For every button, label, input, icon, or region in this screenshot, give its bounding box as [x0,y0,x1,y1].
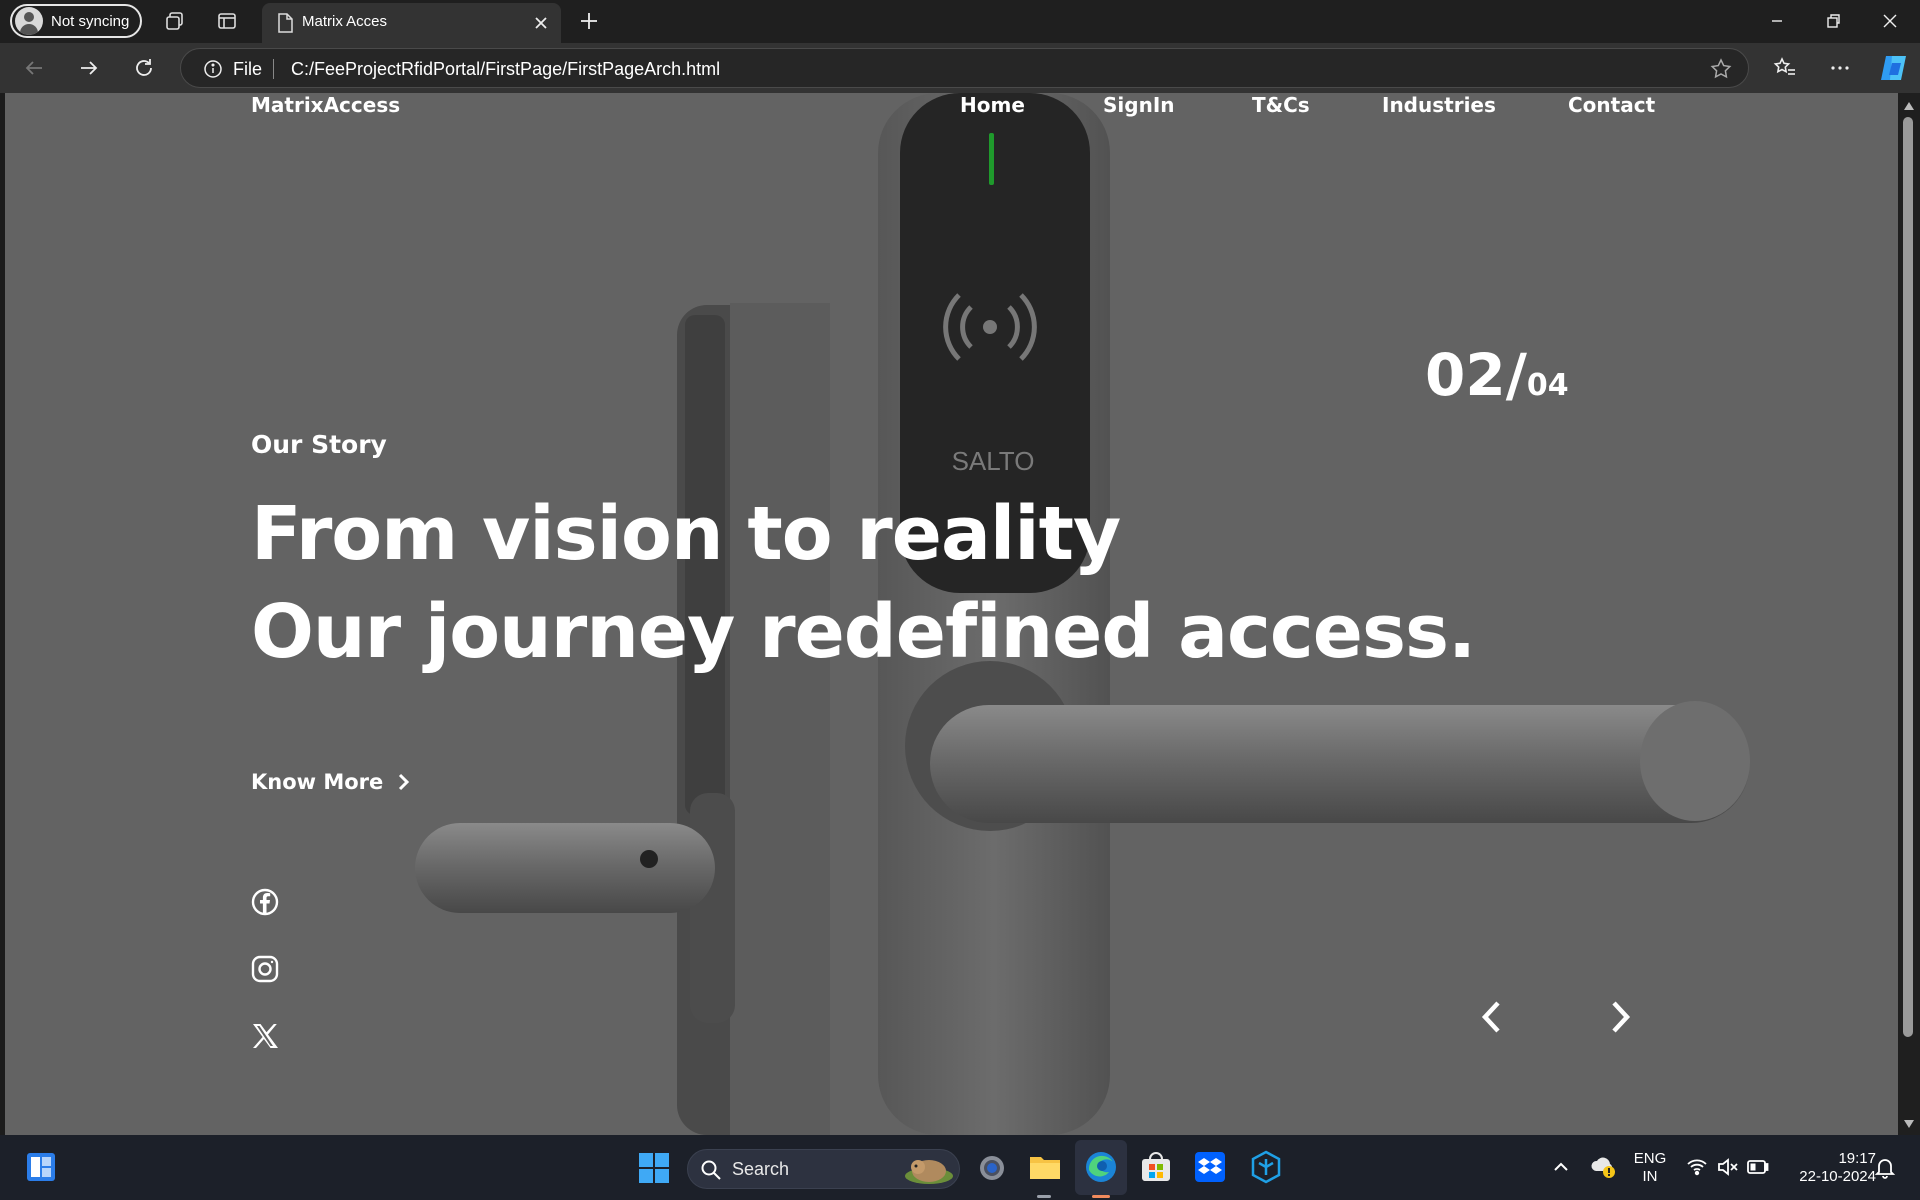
nav-home[interactable]: Home [960,93,1025,117]
page-icon [278,13,293,33]
restore-icon[interactable] [1822,10,1844,32]
close-window-icon[interactable] [1879,10,1901,32]
search-icon [701,1160,721,1180]
chevron-up-icon[interactable] [1552,1159,1570,1173]
nav-contact[interactable]: Contact [1568,93,1655,117]
nav-tcs[interactable]: T&Cs [1252,93,1310,117]
back-icon[interactable] [22,56,46,80]
page-viewport: SALTO MatrixAccess Home SignIn T&Cs Indu… [5,93,1898,1135]
section-eyebrow: Our Story [251,430,387,459]
input-language[interactable]: ENG IN [1628,1150,1672,1186]
close-tab-icon[interactable] [531,13,551,33]
scroll-down-icon[interactable] [1903,1119,1915,1129]
page-scrollbar[interactable] [1898,93,1920,1135]
region-code: IN [1642,1168,1658,1185]
new-tab-icon[interactable] [578,10,600,32]
avatar [15,7,43,35]
refresh-icon[interactable] [132,56,156,80]
scrollbar-thumb[interactable] [1903,117,1913,1037]
vertical-tabs-icon[interactable] [216,10,238,32]
file-label: File [233,59,263,79]
info-icon[interactable] [203,59,223,79]
widgets-icon[interactable] [26,1152,56,1182]
chevron-right-icon [399,773,410,791]
address-separator [273,59,274,79]
edge-running-indicator [1092,1195,1110,1198]
x-icon[interactable] [251,1022,279,1050]
search-highlight-icon [905,1160,953,1184]
slide-total: 04 [1526,368,1569,403]
profile-label: Not syncing [51,12,130,30]
know-more-label: Know More [251,770,384,794]
edge-icon[interactable] [1084,1150,1118,1184]
taskbar-search[interactable]: Search [687,1149,960,1189]
hero-headline: From vision to reality Our journey redef… [251,485,1476,681]
headline-line-2: Our journey redefined access. [251,589,1476,675]
site-brand[interactable]: MatrixAccess [251,93,400,117]
facebook-icon[interactable] [251,888,279,916]
nav-industries[interactable]: Industries [1382,93,1496,117]
clock-time: 19:17 [1838,1150,1876,1167]
instagram-icon[interactable] [251,955,279,983]
slide-current: 02/ [1425,341,1527,409]
favorite-star-icon[interactable] [1710,58,1732,80]
next-slide-icon[interactable] [1609,999,1633,1035]
dropbox-icon[interactable] [1194,1151,1226,1183]
file-explorer-icon[interactable] [1028,1151,1062,1183]
copilot-icon[interactable] [1878,53,1910,83]
more-icon[interactable] [1828,56,1852,80]
know-more-link[interactable]: Know More [251,770,411,794]
battery-icon[interactable] [1746,1158,1770,1176]
tab-title: Matrix Acces [302,13,388,30]
wifi-icon[interactable] [1686,1156,1708,1178]
url-text[interactable]: C:/FeeProjectRfidPortal/FirstPage/FirstP… [291,59,720,80]
prev-slide-icon[interactable] [1479,999,1503,1035]
clock[interactable]: 19:17 22-10-2024 [1782,1150,1876,1186]
scroll-up-icon[interactable] [1903,101,1915,111]
address-bar[interactable]: File C:/FeeProjectRfidPortal/FirstPage/F… [180,48,1749,88]
notification-bell-icon[interactable] [1874,1155,1896,1179]
browser-tab-bar: Not syncing Matrix Acces [0,0,1920,43]
salto-logo-text: SALTO [952,446,1035,476]
workspaces-icon[interactable] [164,10,186,32]
minimize-icon[interactable] [1766,10,1788,32]
volume-muted-icon[interactable] [1716,1156,1740,1178]
lang-code: ENG [1633,1150,1667,1167]
explorer-running-indicator [1037,1195,1051,1198]
windows-taskbar: Search ENG IN 19:17 22-10-2024 [0,1135,1920,1200]
clock-date: 22-10-2024 [1799,1168,1876,1185]
nav-signin[interactable]: SignIn [1103,93,1175,117]
favorites-icon[interactable] [1773,56,1797,80]
forward-icon[interactable] [77,56,101,80]
headline-line-1: From vision to reality [251,491,1121,577]
browser-toolbar: File C:/FeeProjectRfidPortal/FirstPage/F… [0,43,1920,93]
search-label: Search [732,1159,790,1179]
profile-button[interactable]: Not syncing [10,4,142,38]
app-icon[interactable] [1250,1150,1282,1184]
active-tab[interactable]: Matrix Acces [262,3,561,43]
onedrive-warning-icon[interactable] [1590,1155,1616,1179]
settings-gear-icon[interactable] [976,1152,1008,1184]
windows-start-icon[interactable] [638,1152,670,1184]
microsoft-store-icon[interactable] [1140,1151,1172,1183]
slide-counter: 02/04 [1425,341,1569,409]
